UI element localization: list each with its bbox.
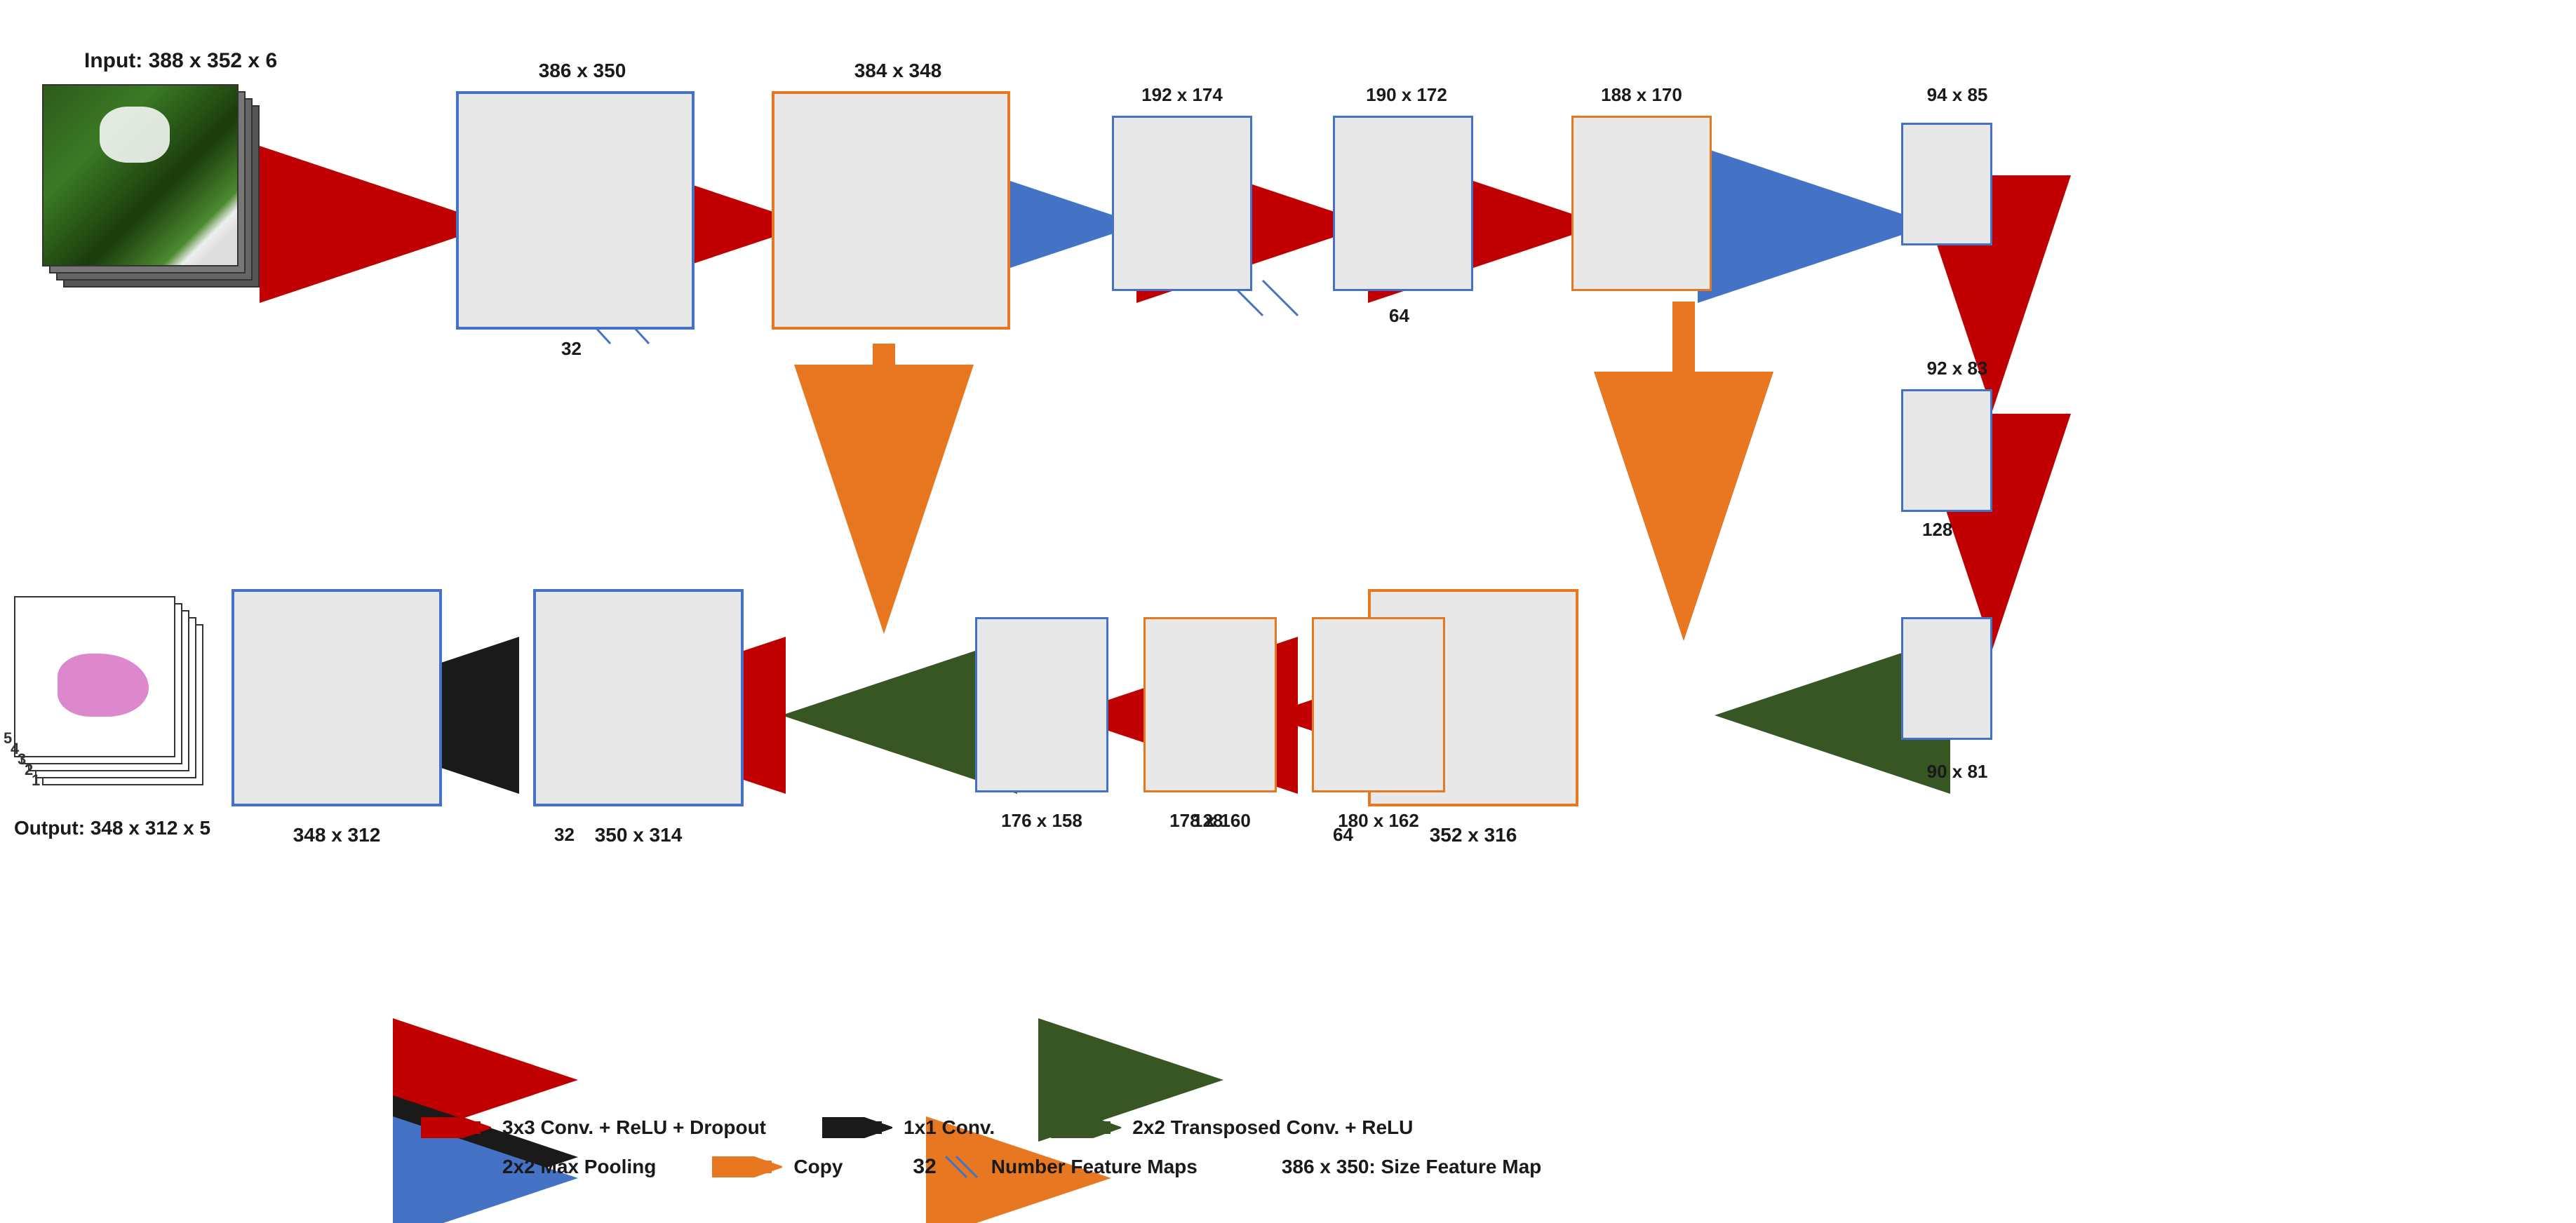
fm-180x162 <box>1312 617 1445 792</box>
legend-item-number: 32 Number Feature Maps <box>913 1153 1197 1181</box>
legend-item-blue: 2x2 Max Pooling <box>421 1156 656 1178</box>
legend-item-orange: Copy <box>712 1156 843 1178</box>
legend-size-label: 386 x 350: Size Feature Map <box>1282 1156 1541 1177</box>
legend-green-label: 2x2 Transposed Conv. + ReLU <box>1132 1116 1413 1139</box>
legend-row-1: 3x3 Conv. + ReLU + Dropout 1x1 Conv. <box>421 1116 2525 1139</box>
label-180x162: 180 x 162 <box>1298 810 1459 832</box>
legend-blue-label: 2x2 Max Pooling <box>502 1156 656 1178</box>
legend-item-red: 3x3 Conv. + ReLU + Dropout <box>421 1116 766 1139</box>
label-94x85: 94 x 85 <box>1894 84 2020 106</box>
legend-item-black: 1x1 Conv. <box>822 1116 995 1139</box>
legend-number-value: 32 <box>913 1155 936 1179</box>
output-stack: 5 4 3 2 1 <box>14 596 210 792</box>
legend-black-arrow-svg <box>822 1117 892 1138</box>
label-348x312: 348 x 312 <box>224 824 449 846</box>
legend-red-arrow-svg <box>421 1117 491 1138</box>
legend-blue-arrow-svg <box>421 1156 491 1177</box>
legend-orange-arrow-svg <box>712 1156 782 1177</box>
legend-orange-label: Copy <box>793 1156 843 1178</box>
label-128-bot: 128 <box>1193 810 1223 832</box>
label-64-top: 64 <box>1389 305 1409 327</box>
input-stack <box>42 84 274 302</box>
legend-item-size: 386 x 350: Size Feature Map <box>1282 1156 1541 1178</box>
label-386x350: 386 x 350 <box>463 60 702 82</box>
legend-item-green: 2x2 Transposed Conv. + ReLU <box>1051 1116 1413 1139</box>
legend-number-desc: Number Feature Maps <box>991 1156 1198 1178</box>
fm-386x350 <box>456 91 695 330</box>
fm-92x83 <box>1901 389 1992 512</box>
legend: 3x3 Conv. + ReLU + Dropout 1x1 Conv. <box>421 1116 2525 1181</box>
legend-number-lines-svg <box>942 1153 984 1181</box>
fm-94x85 <box>1901 123 1992 245</box>
legend-black-label: 1x1 Conv. <box>904 1116 995 1139</box>
fm-188x170 <box>1571 116 1712 291</box>
fm-348x312 <box>232 589 442 806</box>
fm-90x81 <box>1901 617 1992 740</box>
main-container: Input: 388 x 352 x 6 386 x 350 32 384 x … <box>0 0 2576 1223</box>
label-90x81: 90 x 81 <box>1894 761 2020 783</box>
legend-green-arrow-svg <box>1051 1117 1121 1138</box>
label-188x170: 188 x 170 <box>1557 84 1726 106</box>
label-176x158: 176 x 158 <box>954 810 1129 832</box>
label-128: 128 <box>1922 519 1952 541</box>
fm-384x348 <box>772 91 1010 330</box>
fm-350x314 <box>533 589 744 806</box>
fm-178x160 <box>1143 617 1277 792</box>
label-32-top: 32 <box>561 338 582 360</box>
fm-192x174 <box>1112 116 1252 291</box>
output-label: Output: 348 x 312 x 5 <box>14 817 210 839</box>
legend-row-2: 2x2 Max Pooling Copy 32 <box>421 1153 2525 1181</box>
label-92x83: 92 x 83 <box>1894 358 2020 379</box>
input-label: Input: 388 x 352 x 6 <box>84 49 277 73</box>
legend-red-label: 3x3 Conv. + ReLU + Dropout <box>502 1116 766 1139</box>
label-192x174: 192 x 174 <box>1098 84 1266 106</box>
fm-190x172 <box>1333 116 1473 291</box>
label-32-bot: 32 <box>554 824 575 846</box>
label-190x172: 190 x 172 <box>1322 84 1491 106</box>
label-384x348: 384 x 348 <box>779 60 1017 82</box>
fm-176x158 <box>975 617 1108 792</box>
